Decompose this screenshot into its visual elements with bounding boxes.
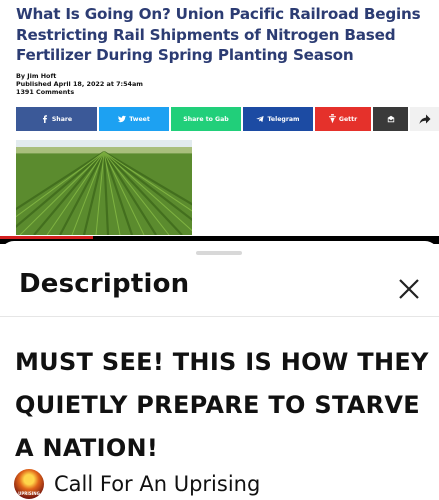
share-bar: Share Tweet Share to Gab Telegram Gettr — [16, 107, 439, 131]
video-progress-bar[interactable] — [0, 236, 93, 239]
share-arrow-icon — [419, 114, 431, 124]
article-screenshot: What Is Going On? Union Pacific Railroad… — [0, 0, 439, 238]
facebook-share-label: Share — [51, 115, 73, 123]
gab-share-button[interactable]: Share to Gab — [171, 107, 241, 131]
gettr-share-label: Gettr — [338, 115, 358, 123]
close-button[interactable] — [394, 274, 424, 304]
gettr-icon — [328, 114, 336, 124]
cornfield-image — [16, 140, 192, 235]
twitter-icon — [118, 115, 127, 123]
article-meta: By Jim Hoft Published April 18, 2022 at … — [16, 72, 143, 96]
email-share-button[interactable] — [373, 107, 408, 131]
telegram-share-label: Telegram — [267, 115, 300, 123]
channel-name[interactable]: Call For An Uprising — [54, 472, 260, 496]
gettr-share-button[interactable]: Gettr — [315, 107, 371, 131]
article-comments: 1391 Comments — [16, 87, 75, 96]
video-description: MUST SEE! THIS IS HOW THEY QUIETLY PREPA… — [15, 348, 429, 462]
twitter-share-button[interactable]: Tweet — [99, 107, 169, 131]
facebook-icon — [42, 115, 47, 123]
facebook-share-button[interactable]: Share — [16, 107, 97, 131]
article-headline: What Is Going On? Union Pacific Railroad… — [16, 5, 421, 64]
close-icon — [399, 279, 419, 299]
gab-share-label: Share to Gab — [183, 115, 229, 123]
cornfield-rows-graphic — [16, 140, 192, 235]
channel-avatar[interactable]: UPRISING — [14, 469, 44, 499]
channel-avatar-text: UPRISING — [18, 491, 40, 496]
description-sheet: Description MUST SEE! THIS IS HOW THEY Q… — [0, 241, 439, 500]
telegram-icon — [256, 115, 265, 123]
channel-link[interactable]: UPRISING Call For An Uprising — [14, 469, 260, 499]
sheet-title: Description — [19, 269, 190, 299]
sheet-divider — [0, 316, 439, 317]
twitter-share-label: Tweet — [129, 115, 150, 123]
mail-icon — [387, 115, 394, 123]
sheet-drag-handle[interactable] — [196, 251, 242, 255]
telegram-share-button[interactable]: Telegram — [243, 107, 313, 131]
more-share-button[interactable] — [410, 107, 439, 131]
